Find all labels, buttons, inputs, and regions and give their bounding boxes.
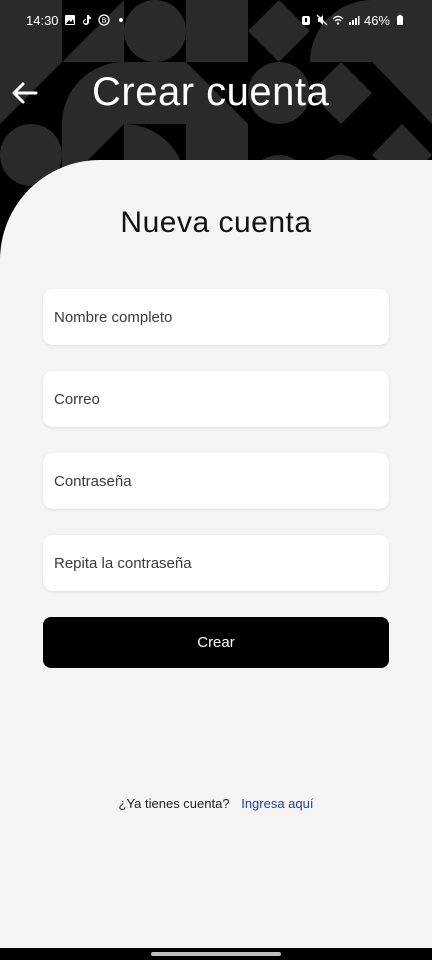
- signin-prompt-text: ¿Ya tienes cuenta?: [118, 796, 230, 811]
- page-title: Crear cuenta: [92, 70, 330, 114]
- svg-text:B: B: [101, 17, 106, 25]
- full-name-field[interactable]: [43, 289, 389, 345]
- alarm-icon: [301, 16, 310, 25]
- email-field[interactable]: [43, 371, 389, 427]
- password-field[interactable]: [43, 453, 389, 509]
- signin-prompt: ¿Ya tienes cuenta? Ingresa aquí: [0, 796, 432, 811]
- form-card: Nueva cuenta Crear ¿Ya tienes cuenta? In…: [0, 160, 432, 948]
- signal-icon: [348, 16, 360, 25]
- wifi-icon: [332, 15, 344, 25]
- b-badge-icon: B: [97, 14, 110, 26]
- password-input[interactable]: [54, 472, 389, 490]
- signin-link[interactable]: Ingresa aquí: [241, 796, 313, 811]
- mute-icon: [316, 14, 328, 26]
- tiktok-icon: [82, 15, 91, 25]
- status-time: 14:30: [26, 12, 59, 28]
- image-icon: [64, 15, 75, 25]
- create-account-button[interactable]: Crear: [43, 617, 389, 668]
- home-gesture-handle[interactable]: [151, 952, 281, 956]
- status-bar: 14:30 B 46%: [0, 0, 432, 40]
- full-name-input[interactable]: [54, 308, 389, 326]
- system-nav-bar: [0, 948, 432, 960]
- repeat-password-field[interactable]: [43, 535, 389, 591]
- battery-icon: [397, 14, 403, 25]
- email-input[interactable]: [54, 390, 389, 408]
- battery-percent: 46%: [363, 12, 390, 28]
- back-arrow-icon[interactable]: [10, 78, 40, 108]
- form-title: Nueva cuenta: [120, 206, 312, 239]
- dot-icon: [118, 18, 123, 22]
- repeat-password-input[interactable]: [54, 554, 389, 572]
